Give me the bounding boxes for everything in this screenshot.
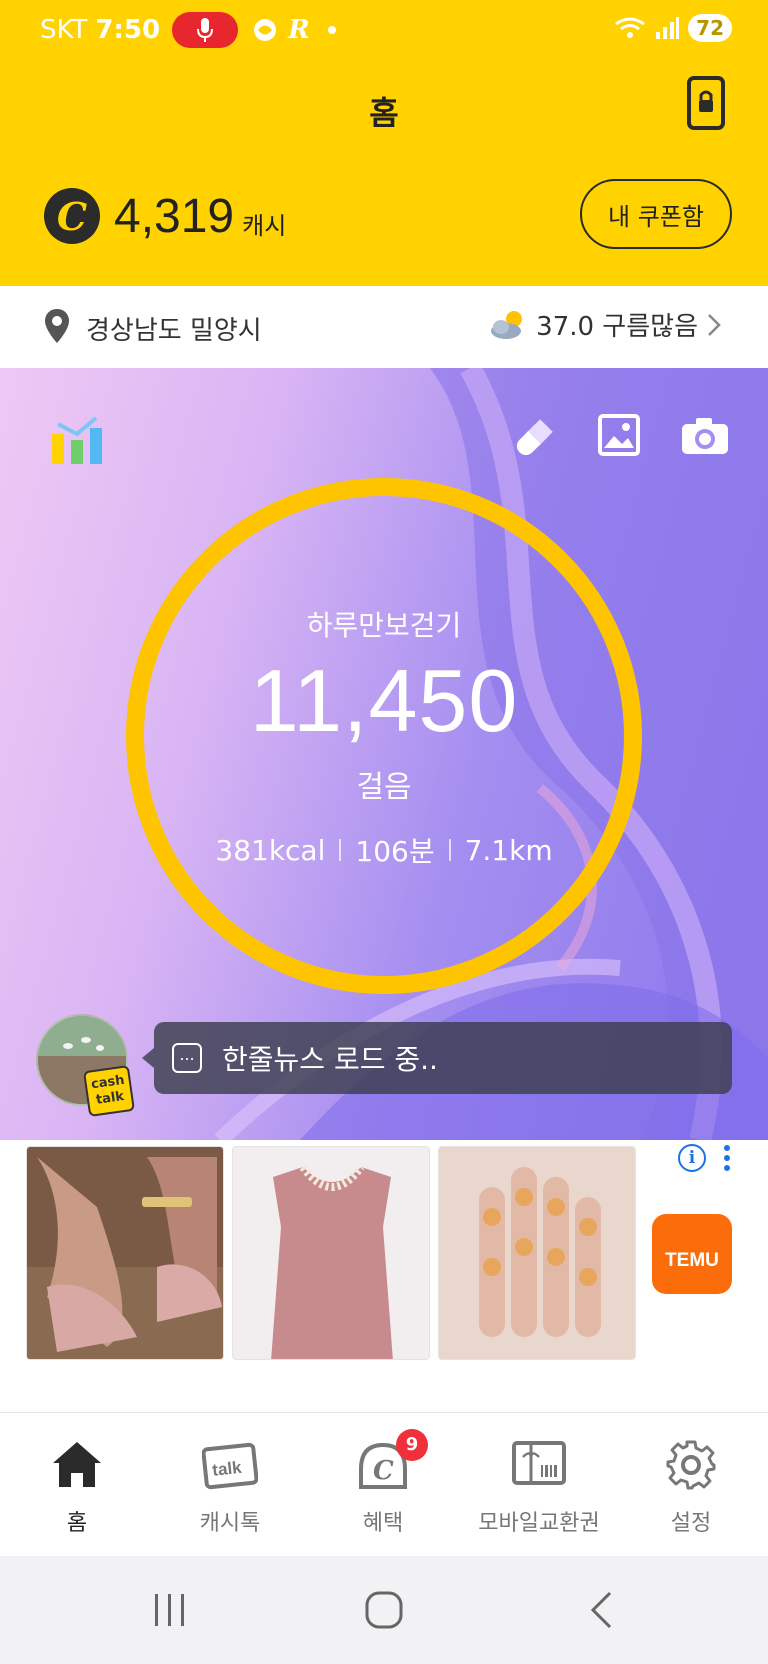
nav-item-benefits[interactable]: C 9 혜택 bbox=[308, 1413, 458, 1557]
cash-unit: 캐시 bbox=[242, 211, 287, 240]
phone-lock-icon bbox=[687, 76, 725, 130]
talk-icon: talk bbox=[202, 1442, 258, 1490]
home-icon bbox=[53, 1442, 101, 1487]
ad-more-options-icon[interactable] bbox=[722, 1144, 732, 1174]
cash-balance[interactable]: C 4,319 캐시 bbox=[44, 188, 286, 244]
status-bar: SKT 7:50 R 72 bbox=[0, 0, 768, 60]
nav-item-mobile-voucher[interactable]: 모바일교환권 bbox=[461, 1413, 617, 1557]
camera-icon[interactable] bbox=[680, 416, 730, 456]
location-text: 경상남도 밀양시 bbox=[86, 316, 262, 346]
step-unit: 걸음 bbox=[356, 770, 412, 805]
notification-dot-icon bbox=[327, 26, 336, 34]
gear-icon bbox=[666, 1440, 716, 1490]
activity-stats: 381kcal 106분 7.1km bbox=[0, 830, 768, 870]
mic-indicator-icon bbox=[172, 12, 239, 48]
page-title: 홈 bbox=[369, 94, 399, 132]
recent-apps-icon[interactable] bbox=[150, 1592, 190, 1628]
weather-text: 37.0 구름많음 bbox=[536, 312, 698, 342]
back-icon[interactable] bbox=[588, 1590, 614, 1630]
ad-image-pink-top[interactable] bbox=[232, 1146, 430, 1360]
location-bar[interactable]: 경상남도 밀양시 37.0 구름많음 bbox=[0, 286, 768, 368]
benefits-badge: 9 bbox=[396, 1429, 428, 1461]
cash-value: 4,319 bbox=[114, 189, 235, 243]
step-count: 11,450 bbox=[249, 651, 519, 750]
location-pin-icon bbox=[45, 309, 69, 343]
step-hero: 하루만보걷기 11,450 걸음 381kcal 106분 7.1km cash… bbox=[0, 368, 768, 1140]
coupon-box-button[interactable]: 내 쿠폰함 bbox=[580, 179, 732, 249]
calories-value: 381kcal bbox=[215, 833, 326, 867]
stat-divider bbox=[448, 839, 451, 861]
partly-cloudy-icon bbox=[491, 310, 523, 339]
cash-talk-badge-icon: cash talk bbox=[83, 1065, 135, 1117]
clock: 7:50 bbox=[95, 15, 161, 45]
system-navigation-bar bbox=[0, 1556, 768, 1664]
chat-dots-icon: ... bbox=[172, 1043, 202, 1073]
nav-item-settings[interactable]: 설정 bbox=[616, 1413, 766, 1557]
ad-info-icon[interactable]: i bbox=[678, 1144, 706, 1172]
news-text: 한줄뉴스 로드 중.. bbox=[222, 1043, 438, 1076]
distance-value: 7.1km bbox=[464, 833, 553, 867]
pill-icon[interactable] bbox=[510, 416, 556, 462]
duration-value: 106분 bbox=[355, 835, 435, 868]
nav-label-benefits: 혜택 bbox=[362, 1511, 404, 1536]
swirl-app-icon bbox=[254, 19, 277, 41]
one-line-news-bubble[interactable]: ... 한줄뉴스 로드 중.. bbox=[142, 1022, 732, 1094]
svg-text:talk: talk bbox=[211, 1458, 243, 1480]
nav-label-home: 홈 bbox=[66, 1511, 88, 1536]
wifi-icon bbox=[615, 17, 646, 38]
nav-label-settings: 설정 bbox=[670, 1511, 712, 1536]
r-app-icon: R bbox=[288, 15, 310, 45]
gallery-icon[interactable] bbox=[598, 414, 640, 456]
stat-divider bbox=[339, 839, 342, 861]
lock-screen-button[interactable] bbox=[686, 76, 726, 130]
stats-chart-icon[interactable] bbox=[48, 410, 106, 466]
nav-item-cashtalk[interactable]: talk 캐시톡 bbox=[155, 1413, 305, 1557]
svg-text:C: C bbox=[373, 1456, 394, 1486]
temu-logo[interactable]: TEMU bbox=[652, 1214, 732, 1294]
nav-label-mobile-voucher: 모바일교환권 bbox=[478, 1511, 600, 1536]
ad-image-nail-charms[interactable] bbox=[438, 1146, 636, 1360]
chevron-right-icon bbox=[708, 313, 721, 336]
battery-indicator: 72 bbox=[688, 14, 732, 42]
bottom-navigation: 홈 talk 캐시톡 C 9 혜택 모바일교환권 설정 bbox=[0, 1412, 768, 1556]
signal-icon bbox=[656, 17, 680, 39]
weather-info[interactable]: 37.0 구름많음 bbox=[488, 306, 722, 343]
nav-item-home[interactable]: 홈 bbox=[2, 1413, 152, 1557]
step-label: 하루만보걷기 bbox=[306, 609, 462, 642]
ad-banner[interactable]: i TEMU bbox=[0, 1140, 768, 1368]
gift-voucher-icon bbox=[512, 1441, 566, 1485]
ad-image-sandals[interactable] bbox=[26, 1146, 224, 1360]
nav-label-cashtalk: 캐시톡 bbox=[199, 1511, 261, 1536]
carrier-label: SKT bbox=[40, 15, 88, 45]
temu-logo-text: TEMU bbox=[665, 1250, 719, 1271]
home-button-icon[interactable] bbox=[364, 1590, 404, 1630]
cash-coin-icon: C bbox=[44, 188, 100, 244]
